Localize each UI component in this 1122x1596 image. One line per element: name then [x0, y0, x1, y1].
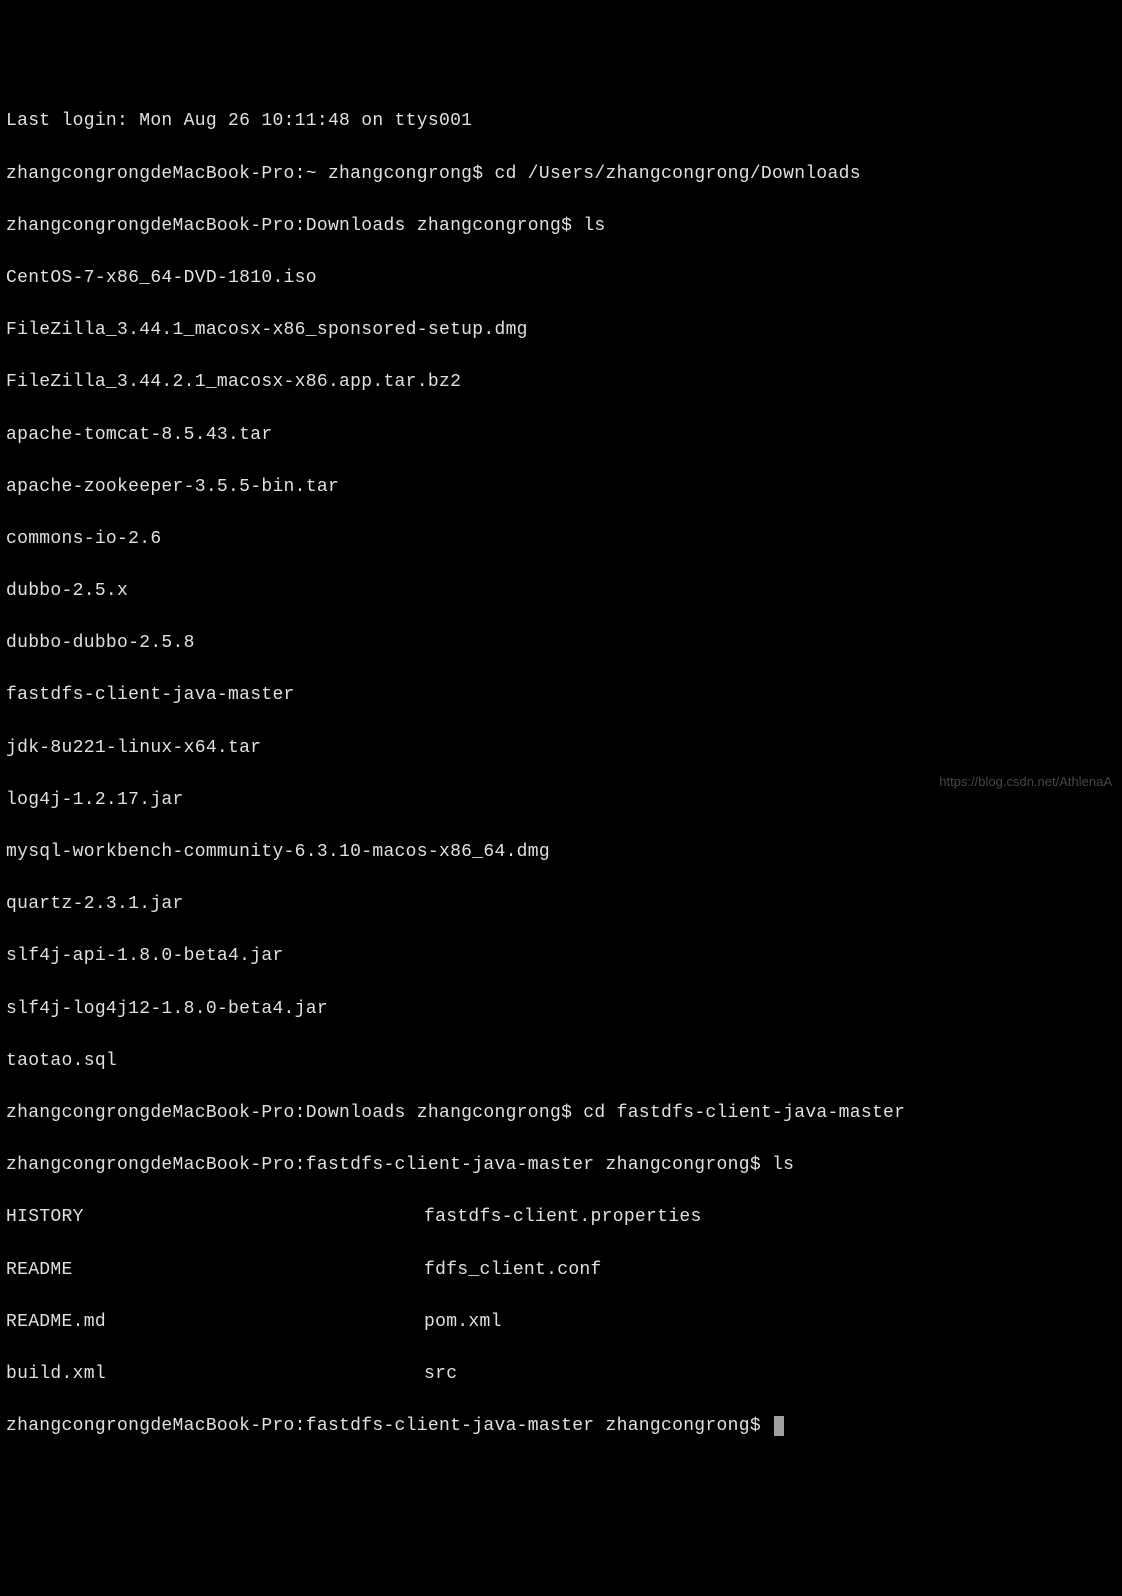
- ls-two-column-row: build.xml src: [6, 1361, 1116, 1387]
- current-prompt-line[interactable]: zhangcongrongdeMacBook-Pro:fastdfs-clien…: [6, 1413, 1116, 1439]
- ls-output-item: slf4j-api-1.8.0-beta4.jar: [6, 943, 1116, 969]
- ls-output-item: dubbo-2.5.x: [6, 578, 1116, 604]
- prompt-fastdfs: zhangcongrongdeMacBook-Pro:fastdfs-clien…: [6, 1155, 772, 1175]
- prompt-home: zhangcongrongdeMacBook-Pro:~ zhangcongro…: [6, 164, 494, 184]
- cmd-ls-2: ls: [772, 1155, 794, 1175]
- ls-two-column-row: README fdfs_client.conf: [6, 1257, 1116, 1283]
- prompt-downloads: zhangcongrongdeMacBook-Pro:Downloads zha…: [6, 216, 583, 236]
- ls-right-item: fdfs_client.conf: [424, 1257, 1116, 1283]
- command-line-cd-downloads: zhangcongrongdeMacBook-Pro:~ zhangcongro…: [6, 161, 1116, 187]
- command-line-cd-fastdfs: zhangcongrongdeMacBook-Pro:Downloads zha…: [6, 1100, 1116, 1126]
- prompt-fastdfs-2: zhangcongrongdeMacBook-Pro:fastdfs-clien…: [6, 1416, 772, 1436]
- ls-output-item: mysql-workbench-community-6.3.10-macos-x…: [6, 839, 1116, 865]
- ls-output-item: dubbo-dubbo-2.5.8: [6, 630, 1116, 656]
- watermark-text: https://blog.csdn.net/AthlenaA: [939, 773, 1112, 792]
- ls-two-column-row: README.md pom.xml: [6, 1309, 1116, 1335]
- ls-output-item: FileZilla_3.44.2.1_macosx-x86.app.tar.bz…: [6, 369, 1116, 395]
- cmd-cd-downloads: cd /Users/zhangcongrong/Downloads: [494, 164, 860, 184]
- ls-output-item: quartz-2.3.1.jar: [6, 891, 1116, 917]
- ls-output-item: FileZilla_3.44.1_macosx-x86_sponsored-se…: [6, 317, 1116, 343]
- ls-output-item: commons-io-2.6: [6, 526, 1116, 552]
- prompt-downloads-2: zhangcongrongdeMacBook-Pro:Downloads zha…: [6, 1103, 583, 1123]
- command-line-ls-downloads: zhangcongrongdeMacBook-Pro:Downloads zha…: [6, 213, 1116, 239]
- cmd-ls-1: ls: [583, 216, 605, 236]
- ls-output-item: apache-zookeeper-3.5.5-bin.tar: [6, 474, 1116, 500]
- ls-output-item: taotao.sql: [6, 1048, 1116, 1074]
- ls-output-item: apache-tomcat-8.5.43.tar: [6, 422, 1116, 448]
- ls-left-item: HISTORY: [6, 1204, 424, 1230]
- command-line-ls-fastdfs: zhangcongrongdeMacBook-Pro:fastdfs-clien…: [6, 1152, 1116, 1178]
- ls-left-item: build.xml: [6, 1361, 424, 1387]
- cursor-icon: [774, 1416, 784, 1436]
- ls-output-item: jdk-8u221-linux-x64.tar: [6, 735, 1116, 761]
- ls-output-item: slf4j-log4j12-1.8.0-beta4.jar: [6, 996, 1116, 1022]
- ls-output-item: fastdfs-client-java-master: [6, 682, 1116, 708]
- ls-right-item: fastdfs-client.properties: [424, 1204, 1116, 1230]
- ls-right-item: pom.xml: [424, 1309, 1116, 1335]
- last-login-line: Last login: Mon Aug 26 10:11:48 on ttys0…: [6, 108, 1116, 134]
- ls-left-item: README: [6, 1257, 424, 1283]
- ls-left-item: README.md: [6, 1309, 424, 1335]
- ls-right-item: src: [424, 1361, 1116, 1387]
- cmd-cd-fastdfs: cd fastdfs-client-java-master: [583, 1103, 905, 1123]
- ls-two-column-row: HISTORY fastdfs-client.properties: [6, 1204, 1116, 1230]
- ls-output-item: CentOS-7-x86_64-DVD-1810.iso: [6, 265, 1116, 291]
